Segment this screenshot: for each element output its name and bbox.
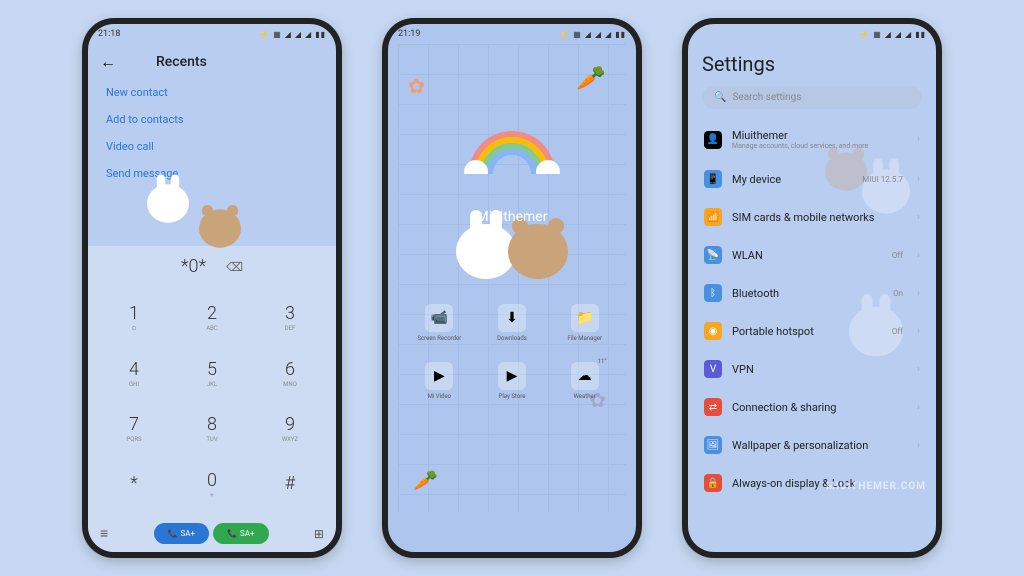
status-icons: ⚡ ▦ ◢ ◢ ◢ ▮▮ bbox=[559, 30, 626, 39]
chevron-right-icon: › bbox=[917, 326, 920, 337]
wallpaper-decorations: ✿ 🥕 🥕 ✿ bbox=[388, 24, 636, 552]
bear-icon bbox=[508, 224, 568, 279]
chevron-right-icon: › bbox=[917, 402, 920, 413]
menu-icon[interactable]: ≡ bbox=[100, 525, 108, 542]
app-play-store[interactable]: ▶Play Store bbox=[481, 362, 544, 400]
app-mi-video[interactable]: ▶Mi Video bbox=[408, 362, 471, 400]
settings-icon: 📱 bbox=[704, 170, 722, 188]
bunny-icon bbox=[456, 224, 516, 279]
status-time: 21:18 bbox=[98, 29, 120, 39]
dialpad-key-1[interactable]: 1⊙ bbox=[96, 291, 172, 345]
settings-icon: 📶 bbox=[704, 208, 722, 226]
settings-list: 👤 Miuithemer Manage accounts, cloud serv… bbox=[702, 119, 922, 502]
app-weather[interactable]: ☁11°Weather bbox=[553, 362, 616, 400]
chevron-right-icon: › bbox=[917, 440, 920, 451]
settings-item-wlan[interactable]: 📡 WLAN Off › bbox=[702, 236, 922, 274]
chevron-right-icon: › bbox=[917, 134, 920, 145]
carrot-icon: 🥕 bbox=[413, 468, 438, 492]
settings-item-sim-cards-mobile-networks[interactable]: 📶 SIM cards & mobile networks › bbox=[702, 198, 922, 236]
settings-item-wallpaper-personalization[interactable]: 🖼 Wallpaper & personalization › bbox=[702, 426, 922, 464]
dial-display: *0* ⌫ bbox=[88, 246, 336, 287]
wallpaper-characters bbox=[456, 224, 568, 279]
settings-item-bluetooth[interactable]: ᛒ Bluetooth On › bbox=[702, 274, 922, 312]
chevron-right-icon: › bbox=[917, 212, 920, 223]
dialpad-key-4[interactable]: 4GHI bbox=[96, 347, 172, 401]
settings-icon: ◉ bbox=[704, 322, 722, 340]
flower-icon: ✿ bbox=[408, 74, 425, 98]
wallpaper-preview bbox=[88, 186, 336, 246]
search-input[interactable]: 🔍 Search settings bbox=[702, 86, 922, 109]
watermark: MIUITHEMER.COM bbox=[826, 481, 926, 492]
new-contact-link[interactable]: New contact bbox=[106, 86, 318, 99]
settings-content: Settings 🔍 Search settings 👤 Miuithemer … bbox=[688, 44, 936, 552]
dialpad-key-0[interactable]: 0+ bbox=[174, 458, 250, 512]
carrot-icon: 🥕 bbox=[576, 64, 606, 92]
settings-icon: 📡 bbox=[704, 246, 722, 264]
app-downloads[interactable]: ⬇Downloads bbox=[481, 304, 544, 342]
add-to-contacts-link[interactable]: Add to contacts bbox=[106, 113, 318, 126]
settings-item-connection-sharing[interactable]: ⇄ Connection & sharing › bbox=[702, 388, 922, 426]
settings-item-portable-hotspot[interactable]: ◉ Portable hotspot Off › bbox=[702, 312, 922, 350]
back-icon[interactable]: ← bbox=[100, 52, 116, 72]
dialpad-key-7[interactable]: 7PQRS bbox=[96, 402, 172, 456]
phone-icon: 📞 bbox=[168, 529, 178, 538]
dialpad-key-8[interactable]: 8TUV bbox=[174, 402, 250, 456]
settings-item-vpn[interactable]: V VPN › bbox=[702, 350, 922, 388]
dialed-number: *0* bbox=[181, 256, 206, 277]
dialpad-key-9[interactable]: 9WXYZ bbox=[252, 402, 328, 456]
dialpad-key-5[interactable]: 5JKL bbox=[174, 347, 250, 401]
dialpad-key-*[interactable]: * bbox=[96, 458, 172, 512]
dialpad-key-2[interactable]: 2ABC bbox=[174, 291, 250, 345]
settings-icon: 🔒 bbox=[704, 474, 722, 492]
phone-settings: ⚡ ▦ ◢ ◢ ◢ ▮▮ Settings 🔍 Search settings … bbox=[682, 18, 942, 558]
backspace-icon[interactable]: ⌫ bbox=[226, 260, 243, 274]
status-bar: ⚡ ▦ ◢ ◢ ◢ ▮▮ bbox=[688, 24, 936, 44]
app-screen-recorder[interactable]: 📹Screen Recorder bbox=[408, 304, 471, 342]
chevron-right-icon: › bbox=[917, 174, 920, 185]
dialpad-key-6[interactable]: 6MNO bbox=[252, 347, 328, 401]
page-title: Settings bbox=[702, 52, 922, 76]
dialer: *0* ⌫ 1⊙2ABC3DEF 4GHI5JKL6MNO 7PQRS8TUV9WX… bbox=[88, 246, 336, 552]
theme-label: Miuithemer bbox=[477, 209, 548, 225]
phone-home: 21:19 ⚡ ▦ ◢ ◢ ◢ ▮▮ ✿ 🥕 🥕 ✿ Miuithemer 📹S… bbox=[382, 18, 642, 558]
chevron-right-icon: › bbox=[917, 364, 920, 375]
dialpad: 1⊙2ABC3DEF 4GHI5JKL6MNO 7PQRS8TUV9WXYZ *0+# bbox=[88, 287, 336, 515]
settings-icon: ⇄ bbox=[704, 398, 722, 416]
settings-item-my-device[interactable]: 📱 My device MIUI 12.5.7 › bbox=[702, 160, 922, 198]
settings-icon: 🖼 bbox=[704, 436, 722, 454]
header: ← Recents bbox=[88, 44, 336, 80]
settings-icon: ᛒ bbox=[704, 284, 722, 302]
video-call-link[interactable]: Video call bbox=[106, 140, 318, 153]
dialpad-toggle-icon[interactable]: ⊞ bbox=[314, 527, 324, 541]
dialpad-key-3[interactable]: 3DEF bbox=[252, 291, 328, 345]
settings-item-miuithemer[interactable]: 👤 Miuithemer Manage accounts, cloud serv… bbox=[702, 119, 922, 160]
phone-icon: 📞 bbox=[227, 529, 237, 538]
dialpad-key-#[interactable]: # bbox=[252, 458, 328, 512]
status-bar: 21:19 ⚡ ▦ ◢ ◢ ◢ ▮▮ bbox=[388, 24, 636, 44]
settings-icon: V bbox=[704, 360, 722, 378]
bottom-bar: ≡ 📞 SA+ 📞 SA+ ⊞ bbox=[88, 515, 336, 552]
phone-dialer: 21:18 ⚡ ▦ ◢ ◢ ◢ ▮▮ ← Recents New contact… bbox=[82, 18, 342, 558]
app-grid: 📹Screen Recorder⬇Downloads📁File Manager▶… bbox=[388, 304, 636, 400]
recents-menu: New contact Add to contacts Video call S… bbox=[88, 80, 336, 186]
rainbow-icon bbox=[462, 124, 562, 174]
chevron-right-icon: › bbox=[917, 288, 920, 299]
app-file-manager[interactable]: 📁File Manager bbox=[553, 304, 616, 342]
page-title: Recents bbox=[156, 54, 207, 70]
call-sim2-button[interactable]: 📞 SA+ bbox=[213, 523, 268, 544]
send-message-link[interactable]: Send message bbox=[106, 167, 318, 180]
call-sim1-button[interactable]: 📞 SA+ bbox=[154, 523, 209, 544]
status-icons: ⚡ ▦ ◢ ◢ ◢ ▮▮ bbox=[259, 30, 326, 39]
status-icons: ⚡ ▦ ◢ ◢ ◢ ▮▮ bbox=[859, 30, 926, 39]
settings-icon: 👤 bbox=[704, 131, 722, 149]
status-bar: 21:18 ⚡ ▦ ◢ ◢ ◢ ▮▮ bbox=[88, 24, 336, 44]
search-icon: 🔍 bbox=[714, 92, 726, 103]
status-time: 21:19 bbox=[398, 29, 420, 39]
chevron-right-icon: › bbox=[917, 250, 920, 261]
